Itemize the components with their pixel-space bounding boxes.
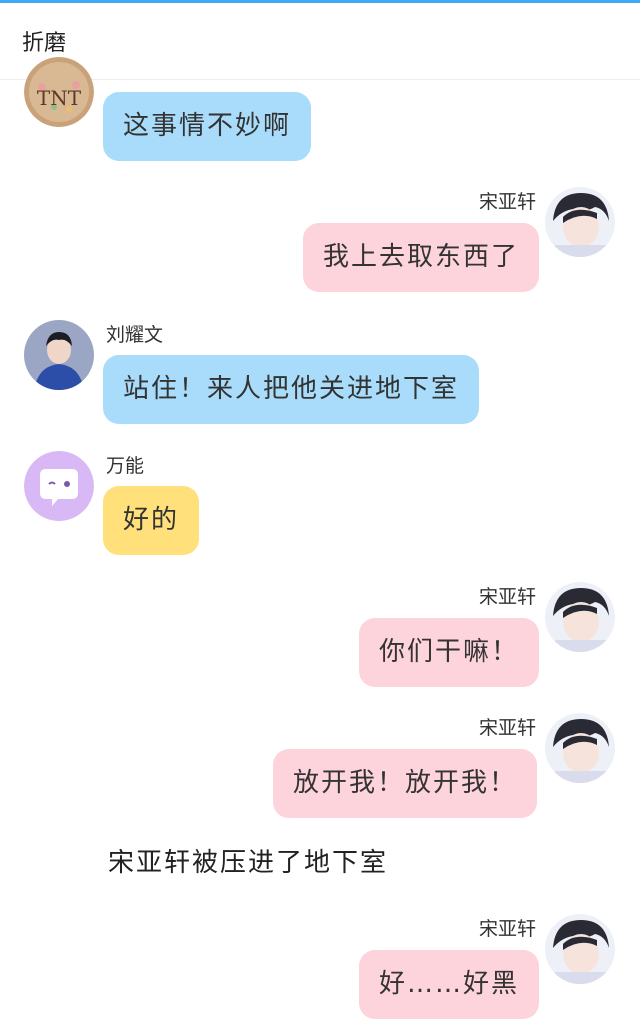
message-bubble[interactable]: 放开我！放开我！ bbox=[273, 749, 538, 818]
message-bubble[interactable]: 好……好黑 bbox=[359, 950, 540, 1019]
sender-name: 刘耀文 bbox=[106, 324, 164, 346]
person-avatar-icon bbox=[545, 582, 615, 652]
narration-text: 宋亚轩被压进了地下室 bbox=[108, 848, 389, 878]
svg-text:TNT: TNT bbox=[37, 86, 82, 110]
avatar-song-yaxuan[interactable] bbox=[545, 914, 615, 984]
message-bubble[interactable]: 站住！来人把他关进地下室 bbox=[103, 355, 480, 424]
sender-name: 宋亚轩 bbox=[478, 586, 536, 608]
avatar-wanneng[interactable] bbox=[24, 451, 94, 521]
sender-name: 宋亚轩 bbox=[478, 191, 536, 213]
sender-name: 万能 bbox=[106, 455, 145, 477]
person-avatar-icon bbox=[545, 187, 615, 257]
person-avatar-icon bbox=[545, 713, 615, 783]
chat-screen: 折磨 TNT 这事情不妙啊 宋亚轩 我上去取东西了 刘耀文 站住！来人把他关进地… bbox=[0, 0, 640, 1023]
message-bubble[interactable]: 好的 bbox=[103, 486, 200, 555]
sender-name: 宋亚轩 bbox=[478, 717, 536, 739]
chat-title: 折磨 bbox=[22, 31, 67, 56]
avatar-liu-yaowen[interactable] bbox=[24, 320, 94, 390]
message-bubble[interactable]: 这事情不妙啊 bbox=[103, 92, 312, 161]
avatar-tnt[interactable]: TNT bbox=[24, 57, 94, 127]
sender-name: 宋亚轩 bbox=[478, 918, 536, 940]
tnt-avatar-icon: TNT bbox=[24, 57, 94, 127]
person-avatar-icon bbox=[545, 914, 615, 984]
person-avatar-icon bbox=[24, 320, 94, 390]
chat-header: 折磨 bbox=[0, 3, 640, 80]
chat-bubble-icon bbox=[24, 451, 94, 521]
message-bubble[interactable]: 你们干嘛！ bbox=[359, 618, 540, 687]
avatar-song-yaxuan[interactable] bbox=[545, 187, 615, 257]
avatar-song-yaxuan[interactable] bbox=[545, 582, 615, 652]
avatar-song-yaxuan[interactable] bbox=[545, 713, 615, 783]
message-bubble[interactable]: 我上去取东西了 bbox=[303, 223, 540, 292]
